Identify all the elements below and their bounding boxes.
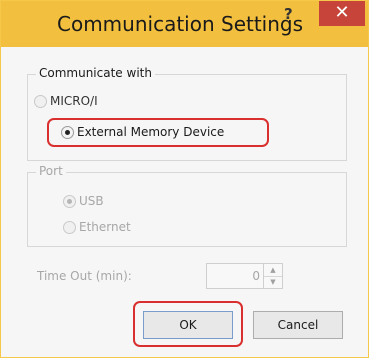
help-button[interactable]: ? (284, 5, 293, 23)
stepper-buttons: ▲ ▼ (263, 264, 282, 288)
radio-button-icon (34, 94, 47, 108)
communication-settings-dialog: Communication Settings ? ✕ Communicate w… (0, 0, 369, 358)
radio-micro-i[interactable]: MICRO/I (34, 94, 98, 108)
radio-ethernet-label: Ethernet (79, 220, 131, 234)
cancel-button[interactable]: Cancel (253, 311, 343, 339)
radio-external-memory-device[interactable]: External Memory Device (61, 125, 224, 139)
dialog-title: Communication Settings (57, 12, 304, 36)
ok-button[interactable]: OK (143, 311, 233, 339)
port-group: Port (27, 164, 347, 247)
radio-ethernet[interactable]: Ethernet (63, 220, 131, 234)
radio-micro-i-label: MICRO/I (50, 94, 98, 108)
radio-usb-label: USB (79, 194, 104, 208)
radio-usb[interactable]: USB (63, 194, 104, 208)
port-label: Port (36, 164, 66, 178)
radio-button-checked-icon (63, 194, 76, 208)
chevron-down-icon[interactable]: ▼ (264, 276, 282, 288)
radio-button-checked-icon (61, 125, 74, 139)
timeout-stepper[interactable]: 0 ▲ ▼ (206, 263, 283, 289)
radio-button-icon (63, 220, 76, 234)
close-icon: ✕ (334, 2, 350, 23)
communicate-with-label: Communicate with (36, 66, 155, 80)
timeout-label: Time Out (min): (37, 269, 132, 283)
radio-external-memory-label: External Memory Device (77, 125, 225, 139)
title-bar: Communication Settings ? ✕ (1, 1, 368, 47)
close-button[interactable]: ✕ (319, 1, 365, 26)
timeout-value: 0 (252, 269, 260, 283)
